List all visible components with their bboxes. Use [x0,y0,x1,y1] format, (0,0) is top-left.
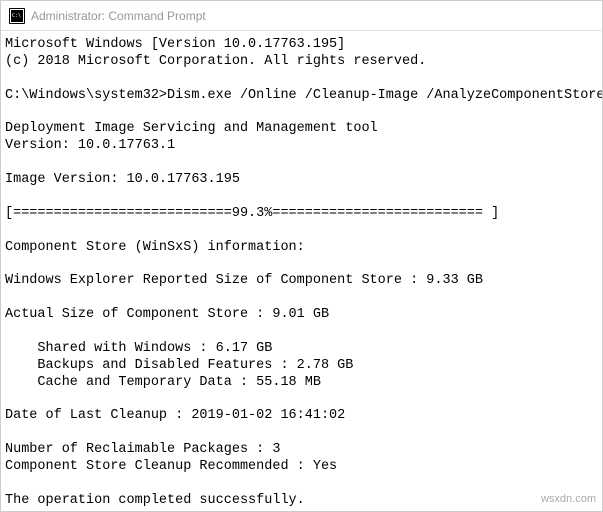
reclaimable: Number of Reclaimable Packages : 3 [5,442,280,457]
watermark: wsxdn.com [541,493,596,507]
image-version: Image Version: 10.0.17763.195 [5,172,240,187]
store-header: Component Store (WinSxS) information: [5,240,305,255]
titlebar[interactable]: C:\ Administrator: Command Prompt [1,1,602,31]
svg-text:C:\: C:\ [12,13,21,19]
window-title: Administrator: Command Prompt [31,9,206,23]
command: Dism.exe /Online /Cleanup-Image /Analyze… [167,88,602,103]
banner-line: Microsoft Windows [Version 10.0.17763.19… [5,37,345,52]
last-cleanup: Date of Last Cleanup : 2019-01-02 16:41:… [5,408,345,423]
success-message: The operation completed successfully. [5,493,305,508]
dism-version: Version: 10.0.17763.1 [5,138,175,153]
cmd-icon: C:\ [9,8,25,24]
backups-size: Backups and Disabled Features : 2.78 GB [5,358,353,373]
console-output[interactable]: Microsoft Windows [Version 10.0.17763.19… [1,31,602,511]
actual-size: Actual Size of Component Store : 9.01 GB [5,307,329,322]
banner-line: (c) 2018 Microsoft Corporation. All righ… [5,54,426,69]
progress-bar: [===========================99.3%=======… [5,206,499,221]
shared-size: Shared with Windows : 6.17 GB [5,341,272,356]
reported-size: Windows Explorer Reported Size of Compon… [5,273,483,288]
dism-title: Deployment Image Servicing and Managemen… [5,121,378,136]
recommended: Component Store Cleanup Recommended : Ye… [5,459,337,474]
cache-size: Cache and Temporary Data : 55.18 MB [5,375,321,390]
prompt: C:\Windows\system32> [5,88,167,103]
